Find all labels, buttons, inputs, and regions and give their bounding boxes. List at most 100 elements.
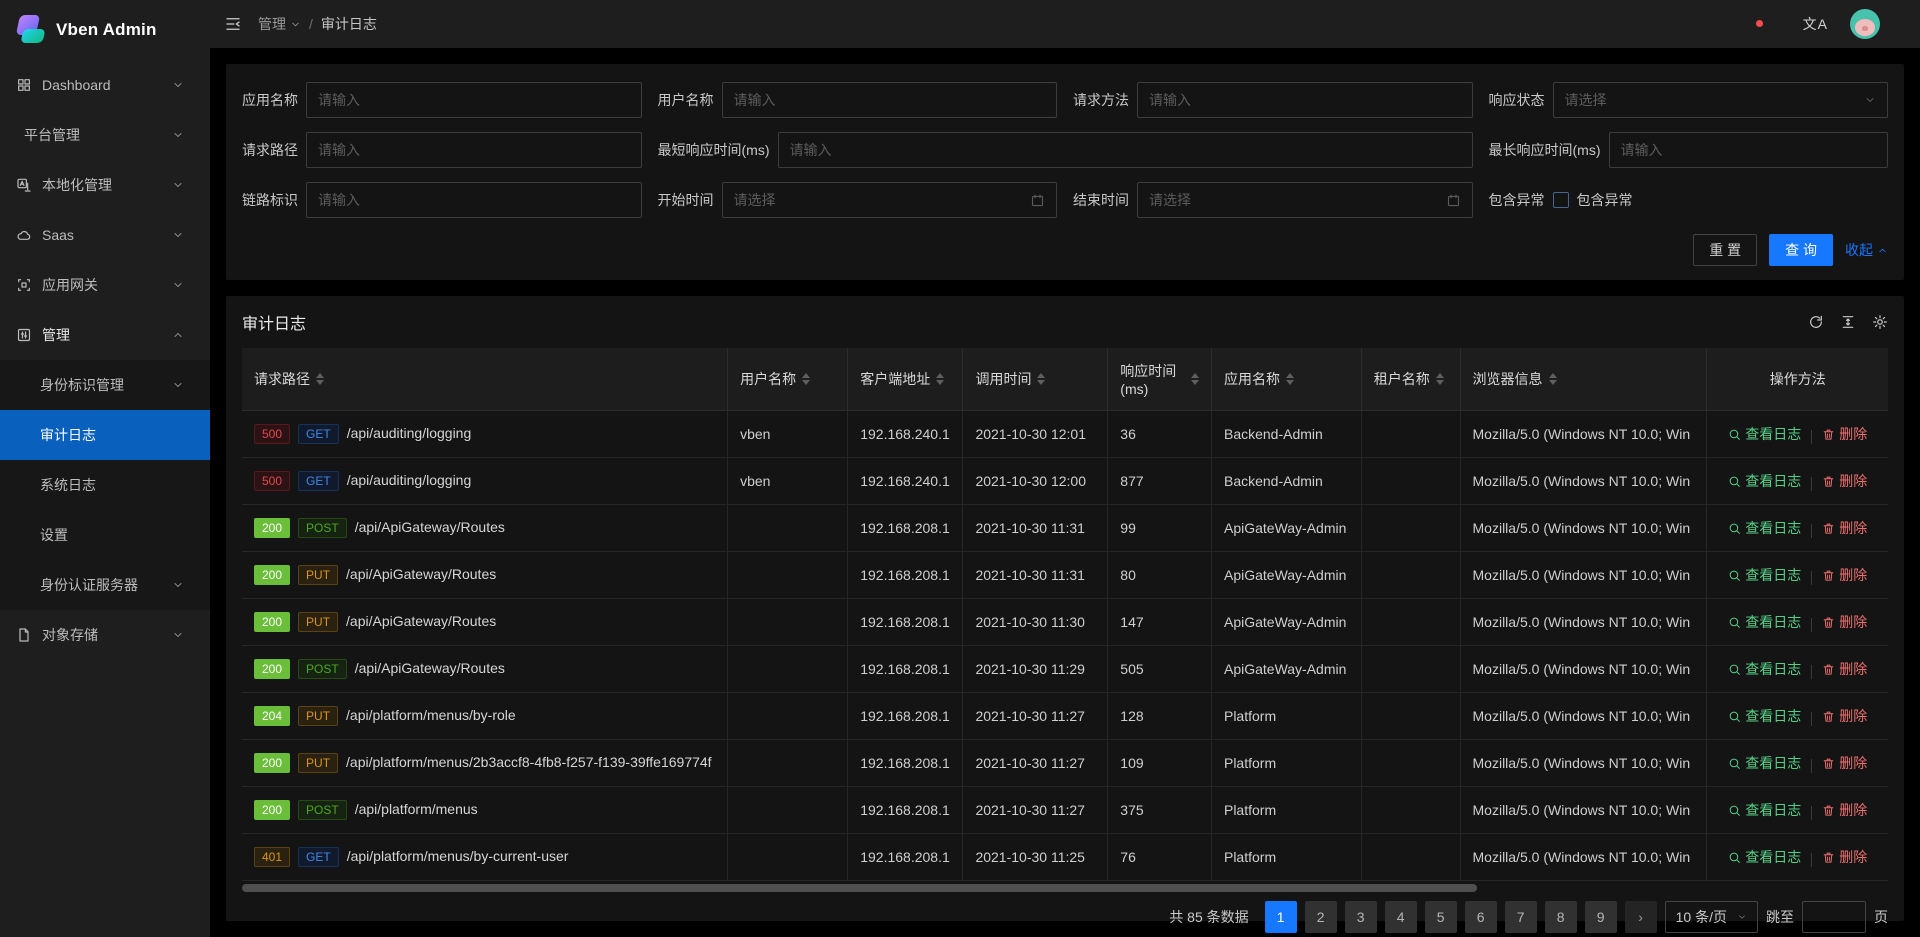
sidebar-item-应用网关[interactable]: 应用网关 [0,260,210,310]
row-height-icon[interactable] [1840,314,1856,330]
view-log-button[interactable]: 查看日志 [1728,424,1801,444]
logo[interactable]: Vben Admin [0,0,210,60]
sort-carets-icon[interactable] [1037,373,1045,385]
view-log-button[interactable]: 查看日志 [1728,706,1801,726]
sort-carets-icon[interactable] [802,373,810,385]
cell-actions: 查看日志 删除 [1707,599,1888,646]
sort-carets-icon[interactable] [316,373,324,385]
jump-page-input[interactable] [1802,901,1866,933]
locale-icon[interactable]: 文A [1803,14,1828,34]
sidebar-item-label: Saas [42,227,172,243]
sidebar: Vben Admin Dashboard平台管理本地化管理Saas应用网关管理身… [0,0,210,937]
delete-button[interactable]: 删除 [1822,706,1867,726]
column-header-请求路径[interactable]: 请求路径 [242,348,728,411]
collapse-link[interactable]: 收起 [1845,240,1888,260]
delete-button[interactable]: 删除 [1822,800,1867,820]
date-picker-结束时间[interactable]: 请选择 [1137,182,1473,218]
sidebar-item-本地化管理[interactable]: 本地化管理 [0,160,210,210]
next-page-button[interactable]: › [1625,901,1657,933]
column-header-租户名称[interactable]: 租户名称 [1361,348,1460,411]
column-header-客户端地址[interactable]: 客户端地址 [848,348,963,411]
cell-user [728,693,848,740]
view-log-button[interactable]: 查看日志 [1728,612,1801,632]
page-button-9[interactable]: 9 [1585,901,1617,933]
delete-button[interactable]: 删除 [1822,471,1867,491]
delete-button[interactable]: 删除 [1822,659,1867,679]
search-button[interactable]: 查 询 [1769,234,1833,266]
sort-carets-icon[interactable] [1436,373,1444,385]
view-log-button[interactable]: 查看日志 [1728,565,1801,585]
page-button-8[interactable]: 8 [1545,901,1577,933]
page-button-6[interactable]: 6 [1465,901,1497,933]
refresh-icon[interactable] [1808,314,1824,330]
input-用户名称[interactable]: 请输入 [722,82,1058,118]
sidebar-item-身份标识管理[interactable]: 身份标识管理 [0,360,210,410]
cloud-icon [16,227,32,243]
request-path: /api/platform/menus/by-role [346,707,516,723]
column-header-用户名称[interactable]: 用户名称 [728,348,848,411]
scrollbar-thumb[interactable] [242,884,1477,892]
delete-button[interactable]: 删除 [1822,565,1867,585]
page-button-3[interactable]: 3 [1345,901,1377,933]
page-button-5[interactable]: 5 [1425,901,1457,933]
sort-carets-icon[interactable] [936,373,944,385]
view-log-button[interactable]: 查看日志 [1728,800,1801,820]
sidebar-item-Dashboard[interactable]: Dashboard [0,60,210,110]
page-size-select[interactable]: 10 条/页 [1665,901,1758,933]
input-应用名称[interactable]: 请输入 [306,82,642,118]
sidebar-item-Saas[interactable]: Saas [0,210,210,260]
view-log-button[interactable]: 查看日志 [1728,518,1801,538]
input-最长响应时间(ms)[interactable]: 请输入 [1609,132,1889,168]
include-exception-checkbox[interactable] [1553,192,1569,208]
sidebar-item-审计日志[interactable]: 审计日志 [0,410,210,460]
input-请求方法[interactable]: 请输入 [1137,82,1473,118]
reset-button[interactable]: 重 置 [1693,234,1757,266]
input-请求路径[interactable]: 请输入 [306,132,642,168]
view-log-button[interactable]: 查看日志 [1728,847,1801,867]
input-链路标识[interactable]: 请输入 [306,182,642,218]
date-picker-开始时间[interactable]: 请选择 [722,182,1058,218]
column-header-应用名称[interactable]: 应用名称 [1211,348,1361,411]
view-search-icon [1728,428,1741,441]
page-button-2[interactable]: 2 [1305,901,1337,933]
chevron-down-icon [172,579,184,591]
delete-button[interactable]: 删除 [1822,847,1867,867]
delete-button[interactable]: 删除 [1822,424,1867,444]
cell-app-name: Backend-Admin [1211,458,1361,505]
delete-button[interactable]: 删除 [1822,753,1867,773]
column-header-浏览器信息[interactable]: 浏览器信息 [1460,348,1707,411]
menu-fold-icon[interactable] [224,15,242,33]
page-button-4[interactable]: 4 [1385,901,1417,933]
column-header-响应时间(ms)[interactable]: 响应时间(ms) [1108,348,1212,411]
sort-carets-icon[interactable] [1191,373,1199,385]
sidebar-item-管理[interactable]: 管理 [0,310,210,360]
view-log-button[interactable]: 查看日志 [1728,753,1801,773]
sidebar-item-对象存储[interactable]: 对象存储 [0,610,210,660]
sort-carets-icon[interactable] [1549,373,1557,385]
select-响应状态[interactable]: 请选择 [1553,82,1889,118]
delete-button[interactable]: 删除 [1822,518,1867,538]
page-button-1[interactable]: 1 [1265,901,1297,933]
sort-carets-icon[interactable] [1286,373,1294,385]
sidebar-item-设置[interactable]: 设置 [0,510,210,560]
input-最短响应时间(ms)[interactable]: 请输入 [778,132,1473,168]
status-badge: 200 [254,659,290,679]
sidebar-item-系统日志[interactable]: 系统日志 [0,460,210,510]
horizontal-scrollbar[interactable] [242,883,1888,893]
field-label: 最短响应时间(ms) [658,140,770,160]
column-settings-icon[interactable] [1872,314,1888,330]
sidebar-item-平台管理[interactable]: 平台管理 [0,110,210,160]
cell-app-name: Platform [1211,787,1361,834]
cell-client-address: 192.168.208.1 [848,505,963,552]
column-header-调用时间[interactable]: 调用时间 [963,348,1108,411]
view-log-button[interactable]: 查看日志 [1728,659,1801,679]
delete-button[interactable]: 删除 [1822,612,1867,632]
view-log-button[interactable]: 查看日志 [1728,471,1801,491]
sidebar-item-身份认证服务器[interactable]: 身份认证服务器 [0,560,210,610]
page-button-7[interactable]: 7 [1505,901,1537,933]
cell-call-time: 2021-10-30 11:27 [963,787,1108,834]
breadcrumb-parent[interactable]: 管理 [258,14,301,34]
avatar[interactable] [1850,9,1880,39]
pagination: 共 85 条数据 123456789 › 10 条/页 跳至 页 [242,893,1888,937]
trash-icon [1822,710,1835,723]
